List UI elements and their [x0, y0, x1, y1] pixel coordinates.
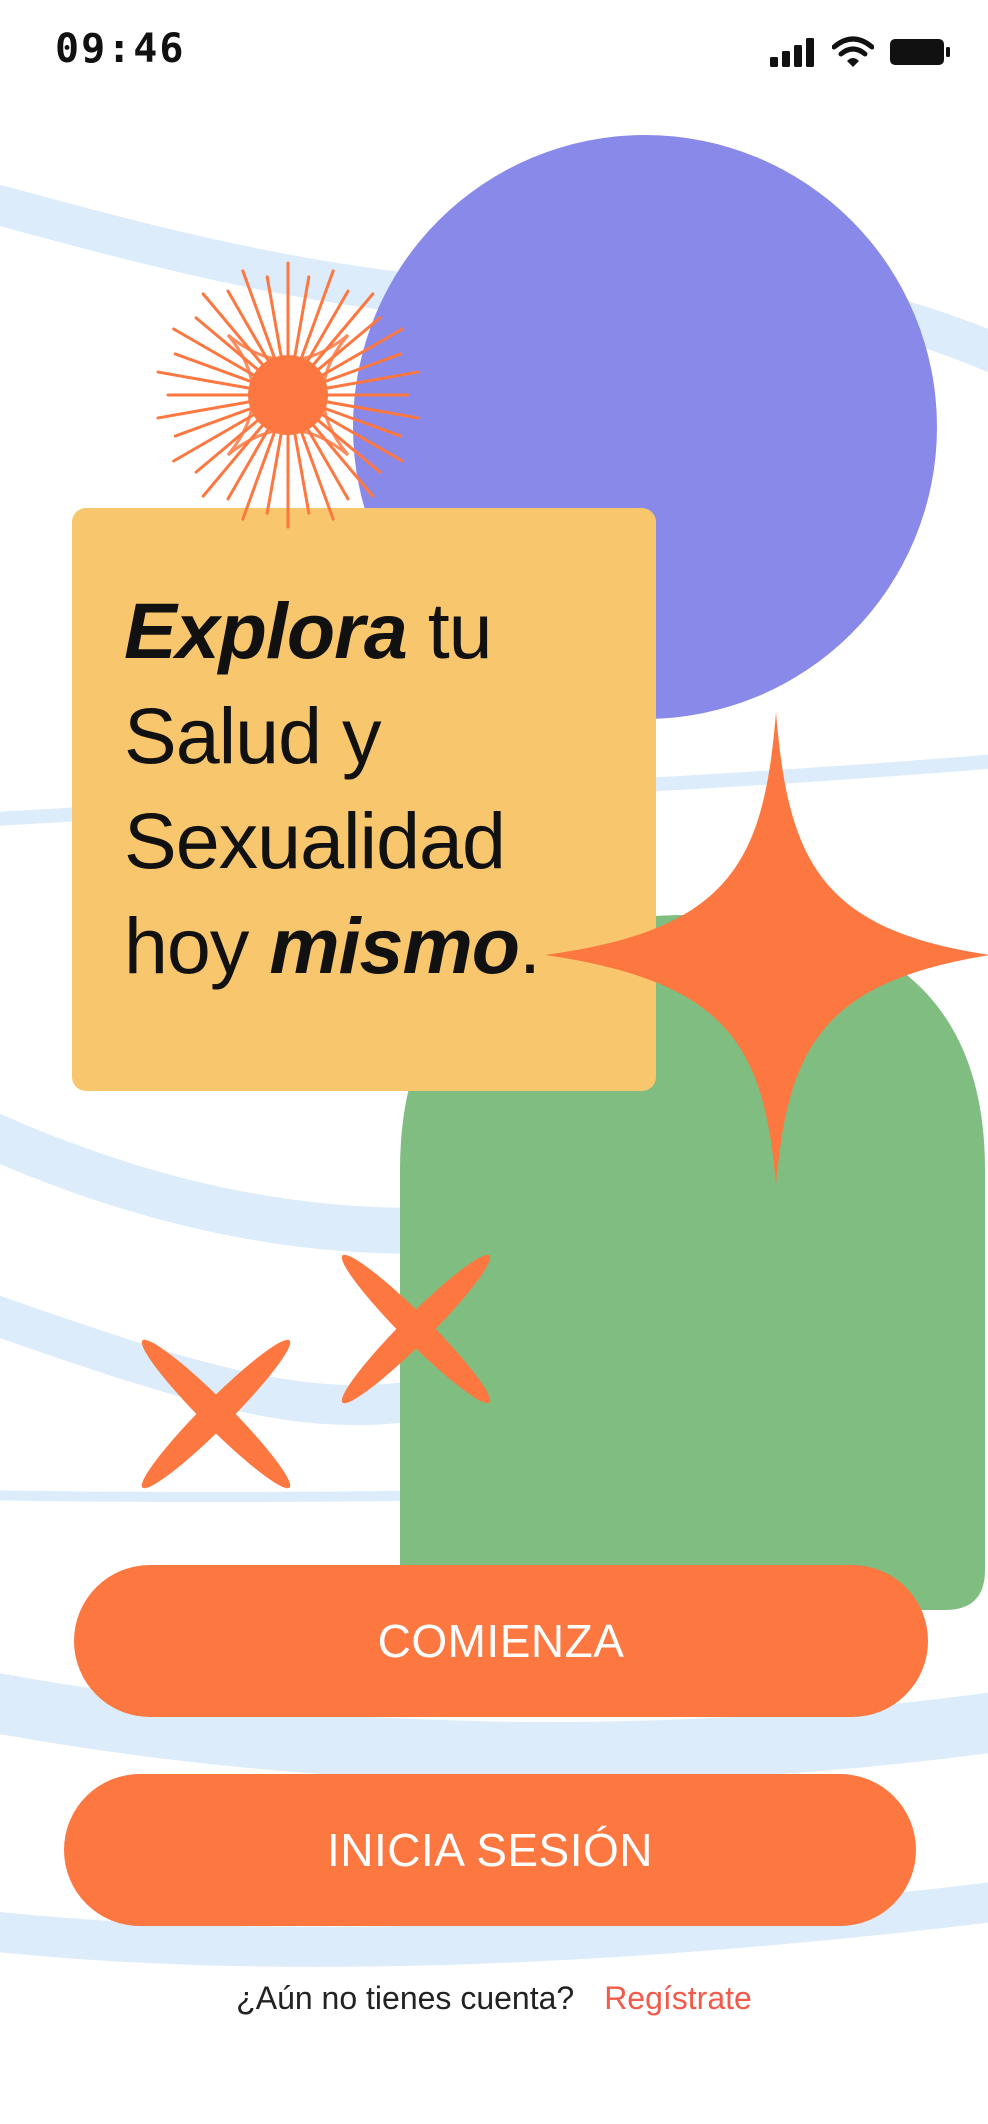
status-bar: 09:46: [0, 0, 988, 110]
headline-bold-mismo: mismo: [269, 901, 520, 990]
signup-prompt: ¿Aún no tienes cuenta? Regístrate: [0, 1980, 988, 2017]
headline-hoy: hoy: [124, 901, 270, 990]
status-icons: [770, 36, 952, 68]
signup-question: ¿Aún no tienes cuenta?: [236, 1980, 575, 2016]
headline-line-1: Explora tu: [124, 578, 540, 683]
headline-period: .: [518, 901, 541, 990]
headline-line-3: Sexualidad: [124, 796, 506, 885]
welcome-screen: 09:46 Explora tu Salud y Sexualidad hoy …: [0, 0, 988, 2124]
battery-icon: [890, 39, 950, 65]
status-time: 09:46: [55, 26, 186, 72]
headline-tu: tu: [406, 586, 493, 675]
login-button[interactable]: INICIA SESIÓN: [64, 1774, 916, 1926]
signal-icon: [770, 38, 814, 67]
headline-line-4: hoy mismo.: [124, 893, 541, 998]
headline: Explora tu Salud y Sexualidad hoy mismo.: [124, 578, 541, 998]
headline-line-2: Salud y: [124, 691, 382, 780]
headline-bold-explora: Explora: [124, 586, 408, 675]
signup-link[interactable]: Regístrate: [604, 1980, 752, 2016]
start-button[interactable]: COMIENZA: [74, 1565, 928, 1717]
wifi-icon: [832, 36, 874, 67]
